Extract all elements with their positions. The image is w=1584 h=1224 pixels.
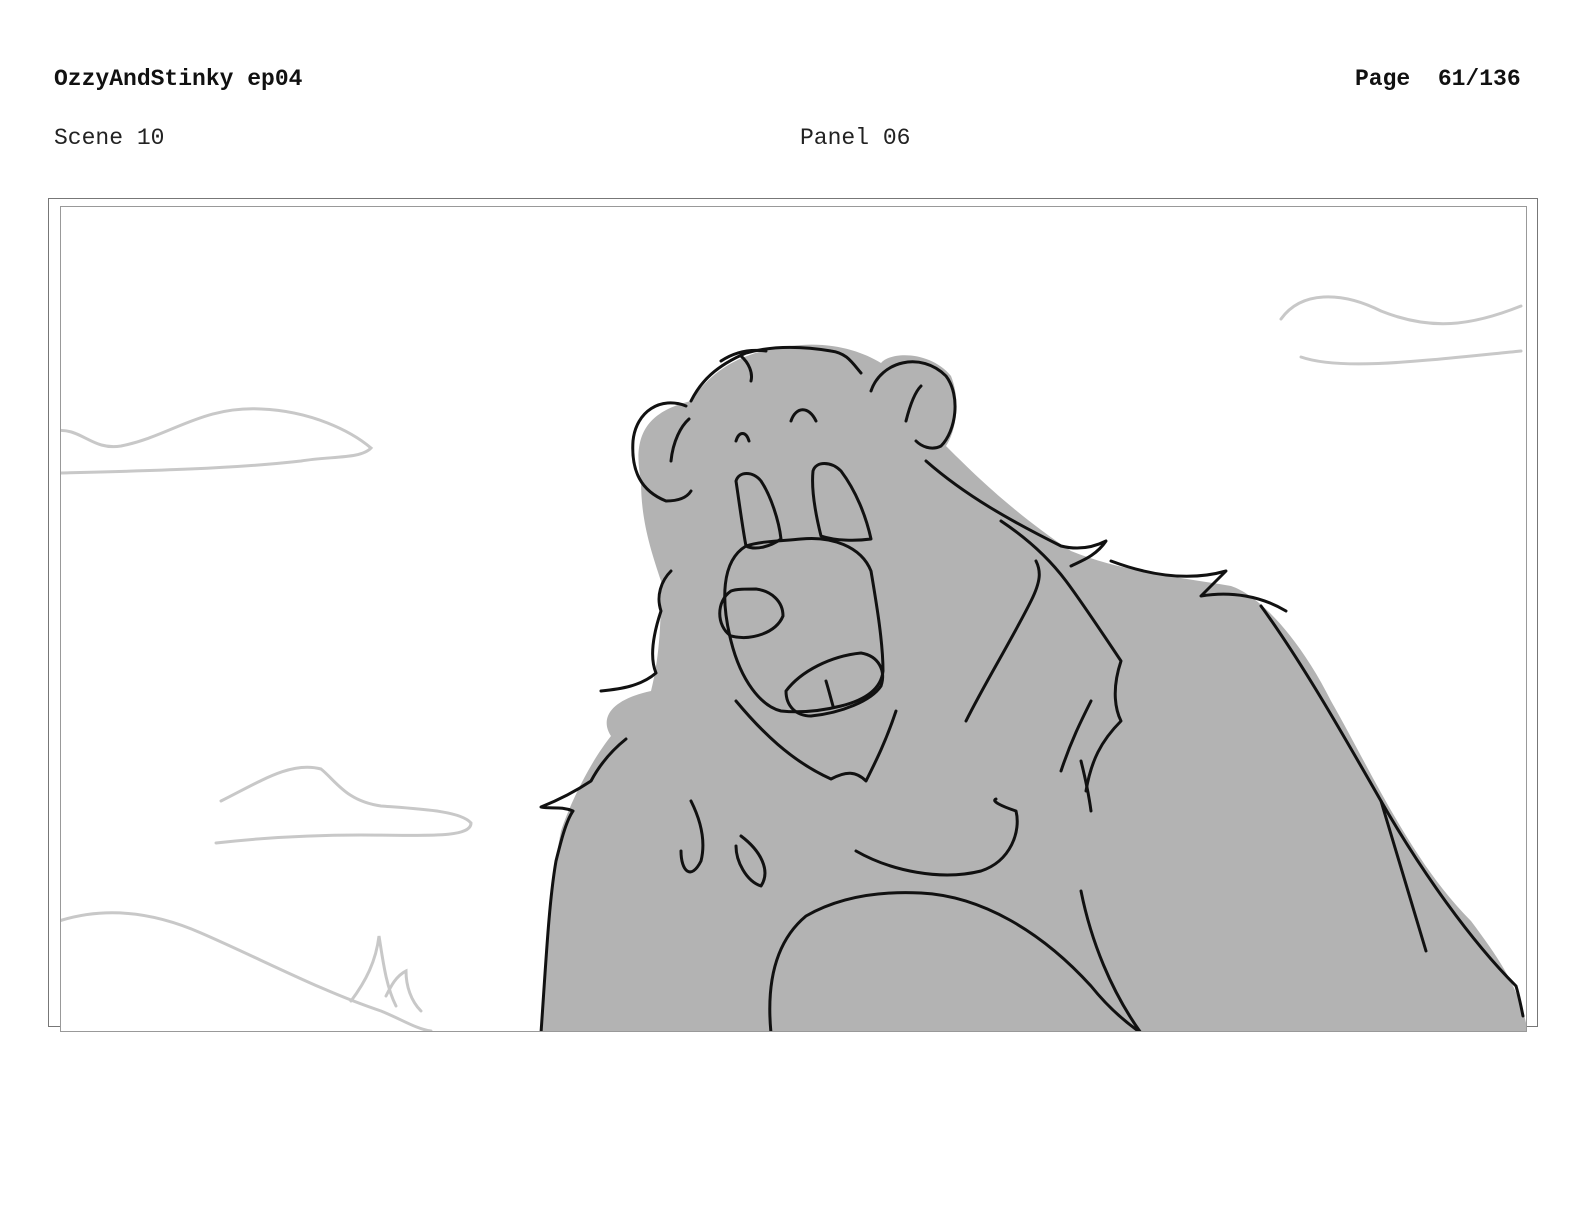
scene-label: Scene 10 xyxy=(54,125,165,151)
bear-body-fill xyxy=(541,344,1526,1031)
cloud-top-left xyxy=(61,407,374,475)
storyboard-panel xyxy=(60,206,1527,1032)
hill xyxy=(61,911,433,1031)
storyboard-drawing xyxy=(61,295,1526,1031)
cloud-middle xyxy=(214,765,473,845)
page-label: Page xyxy=(1355,66,1411,92)
page-indicator: Page 61/136 xyxy=(1355,66,1521,92)
page-number: 61/136 xyxy=(1437,66,1521,92)
cloud-top-right xyxy=(1279,295,1523,366)
panel-label: Panel 06 xyxy=(800,125,911,151)
document-title: OzzyAndStinky ep04 xyxy=(54,66,303,92)
grass-tuft xyxy=(349,935,423,1013)
